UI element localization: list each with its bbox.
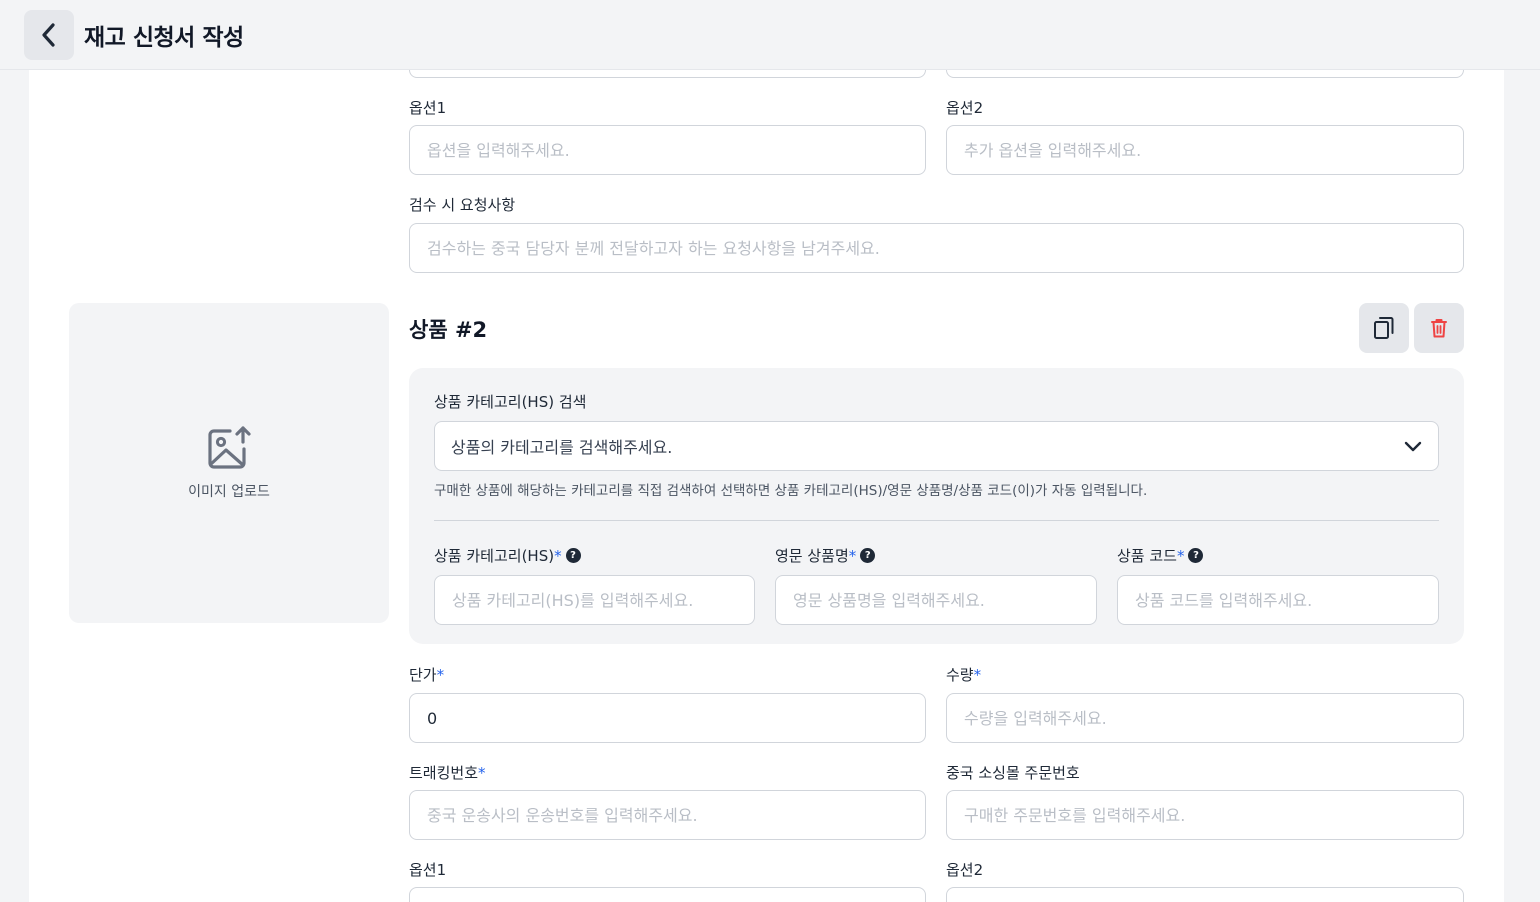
image-upload-label: 이미지 업로드 (188, 484, 270, 500)
option1-input[interactable] (409, 125, 926, 175)
hs-search-label: 상품 카테고리(HS) 검색 (434, 393, 587, 411)
copy-icon (1374, 317, 1394, 339)
divider (434, 520, 1439, 521)
product2-option2-label: 옵션2 (946, 861, 984, 879)
quantity-input[interactable] (946, 693, 1464, 743)
back-button[interactable] (24, 10, 74, 60)
product-code-input[interactable] (1117, 575, 1439, 625)
image-upload-area[interactable]: 이미지 업로드 (69, 303, 389, 623)
help-icon[interactable]: ? (565, 548, 581, 563)
hs-category-input[interactable] (434, 575, 755, 625)
tracking-number-label: 트래킹번호* (409, 764, 486, 782)
chevron-down-icon (1404, 441, 1422, 452)
order-number-input[interactable] (946, 790, 1464, 840)
product2-option1-label: 옵션1 (409, 861, 447, 879)
unit-price-label: 단가* (409, 666, 445, 684)
english-name-input[interactable] (775, 575, 1097, 625)
chevron-left-icon (42, 23, 55, 47)
hs-category-label: 상품 카테고리(HS)*? (434, 545, 581, 566)
previous-row-input-left[interactable] (409, 70, 926, 78)
top-bar: 재고 신청서 작성 (0, 0, 1540, 70)
copy-product-button[interactable] (1359, 303, 1409, 353)
help-icon[interactable]: ? (860, 548, 876, 563)
hs-category-panel: 상품 카테고리(HS) 검색 상품의 카테고리를 검색해주세요. 구매한 상품에… (409, 368, 1464, 644)
option2-label: 옵션2 (946, 99, 984, 117)
form-content: 옵션1 옵션2 검수 시 요청사항 이미지 업로드 상품 #2 상품 카테고리(… (29, 70, 1504, 902)
delete-product-button[interactable] (1414, 303, 1464, 353)
product-code-label: 상품 코드*? (1117, 545, 1204, 566)
option2-input[interactable] (946, 125, 1464, 175)
order-number-label: 중국 소싱몰 주문번호 (946, 764, 1080, 782)
hs-search-placeholder: 상품의 카테고리를 검색해주세요. (451, 438, 673, 457)
trash-icon (1431, 319, 1447, 338)
option1-label: 옵션1 (409, 99, 447, 117)
help-icon[interactable]: ? (1188, 548, 1204, 563)
product2-option2-input[interactable] (946, 887, 1464, 902)
inspection-request-input[interactable] (409, 223, 1464, 273)
tracking-number-input[interactable] (409, 790, 926, 840)
hs-search-hint: 구매한 상품에 해당하는 카테고리를 직접 검색하여 선택하면 상품 카테고리(… (434, 483, 1148, 499)
quantity-label: 수량* (946, 666, 982, 684)
image-upload-icon (208, 426, 251, 469)
product2-option1-input[interactable] (409, 887, 926, 902)
product-title: 상품 #2 (409, 318, 488, 342)
previous-row-input-right[interactable] (946, 70, 1464, 78)
unit-price-input[interactable] (409, 693, 926, 743)
inspection-request-label: 검수 시 요청사항 (409, 196, 516, 214)
page-title: 재고 신청서 작성 (84, 25, 244, 51)
hs-search-select[interactable]: 상품의 카테고리를 검색해주세요. (434, 421, 1439, 471)
english-name-label: 영문 상품명*? (775, 545, 876, 566)
